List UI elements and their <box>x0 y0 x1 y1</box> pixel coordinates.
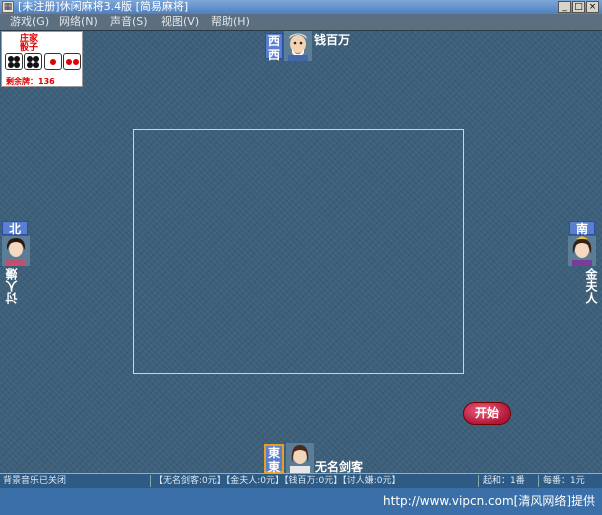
minimize-icon[interactable]: _ <box>558 1 571 13</box>
dice-panel: 庄家 骰子 剩余牌：136 <box>1 31 83 87</box>
wind-tile-east: 東東 <box>264 444 284 474</box>
menu-sound[interactable]: 声音(S) <box>110 14 148 30</box>
wind-tile-west: 西西 <box>265 33 283 62</box>
avatar-bottom <box>286 443 314 473</box>
die-1 <box>5 53 23 70</box>
title-bar: ▦ [未注册]休闲麻将3.4版 [简易麻将] _ □ × <box>0 0 602 14</box>
player-name-right: 金夫人 <box>584 268 598 304</box>
wind-tile-north: 北北 <box>2 221 28 250</box>
die-2 <box>24 53 42 70</box>
menu-view[interactable]: 视图(V) <box>161 14 199 30</box>
watermark-text: http://www.vipcn.com[清风网络]提供 <box>383 494 595 508</box>
player-name-top: 钱百万 <box>314 33 351 47</box>
menu-network[interactable]: 网络(N) <box>59 14 98 30</box>
close-icon[interactable]: × <box>586 1 599 13</box>
discard-area <box>133 129 464 374</box>
die-4 <box>63 53 81 70</box>
tiles-remaining: 剩余牌：136 <box>6 77 55 86</box>
menu-help[interactable]: 帮助(H) <box>211 14 250 30</box>
wind-tile-south: 南南 <box>569 221 595 250</box>
min-fan: 起和：1番 <box>483 476 525 486</box>
music-status: 背景音乐已关闭 <box>3 476 67 486</box>
avatar-left <box>2 236 30 266</box>
per-fan-value: 每番：1元 <box>543 476 585 486</box>
player-scores: 【无名剑客:0元】【金夫人:0元】【钱百万:0元】【讨人嫌:0元】 <box>154 476 401 486</box>
window-title: [未注册]休闲麻将3.4版 [简易麻将] <box>18 0 189 13</box>
avatar-right <box>568 236 596 266</box>
menu-game[interactable]: 游戏(G) <box>10 14 49 30</box>
maximize-icon[interactable]: □ <box>572 1 585 13</box>
status-bar: 背景音乐已关闭 【无名剑客:0元】【金夫人:0元】【钱百万:0元】【讨人嫌:0元… <box>0 473 602 488</box>
menu-bar: 游戏(G) 网络(N) 声音(S) 视图(V) 帮助(H) <box>0 14 602 31</box>
avatar-top <box>284 31 312 61</box>
dice-label: 骰子 <box>19 43 38 53</box>
die-3 <box>44 53 62 70</box>
start-button[interactable]: 开始 <box>463 402 511 425</box>
player-name-left: 讨人嫌 <box>5 268 19 304</box>
mahjong-app-icon[interactable]: ▦ <box>2 1 14 13</box>
